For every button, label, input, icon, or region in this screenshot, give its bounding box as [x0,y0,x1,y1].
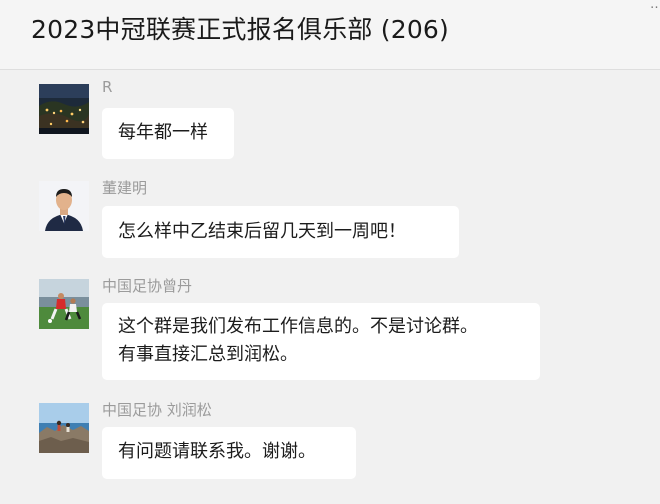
message-bubble[interactable]: 这个群是我们发布工作信息的。不是讨论群。 有事直接汇总到润松。 [102,303,540,380]
message-text: 这个群是我们发布工作信息的。不是讨论群。 [118,316,478,337]
message-text: 有问题请联系我。谢谢。 [118,441,316,462]
message-list[interactable]: R 每年都一样 董建明 怎么样中乙结束后留几天到一周吧！ 中国足协曾丹 这个群是… [0,70,660,504]
avatar[interactable] [39,403,89,453]
night-city-photo-icon [39,84,89,134]
sender-name: 中国足协曾丹 [102,277,193,295]
avatar[interactable] [39,181,89,231]
message-text: 有事直接汇总到润松。 [118,344,298,365]
seaside-rocks-photo-icon [39,403,89,453]
message-bubble[interactable]: 有问题请联系我。谢谢。 [102,427,356,479]
message-text: 每年都一样 [118,122,208,143]
sender-name: 董建明 [102,179,148,197]
group-chat-title: 2023中冠联赛正式报名俱乐部 (206) [31,15,449,44]
more-options-icon[interactable]: … [650,0,660,12]
football-players-photo-icon [39,279,89,329]
message-bubble[interactable]: 怎么样中乙结束后留几天到一周吧！ [102,206,459,258]
chat-header: 2023中冠联赛正式报名俱乐部 (206) … [0,0,660,70]
sender-name: 中国足协 刘润松 [102,401,212,419]
avatar[interactable] [39,84,89,134]
sender-name: R [102,78,113,96]
avatar[interactable] [39,279,89,329]
message-text: 怎么样中乙结束后留几天到一周吧！ [118,221,406,242]
message-bubble[interactable]: 每年都一样 [102,108,234,159]
man-in-suit-portrait-icon [39,181,89,231]
